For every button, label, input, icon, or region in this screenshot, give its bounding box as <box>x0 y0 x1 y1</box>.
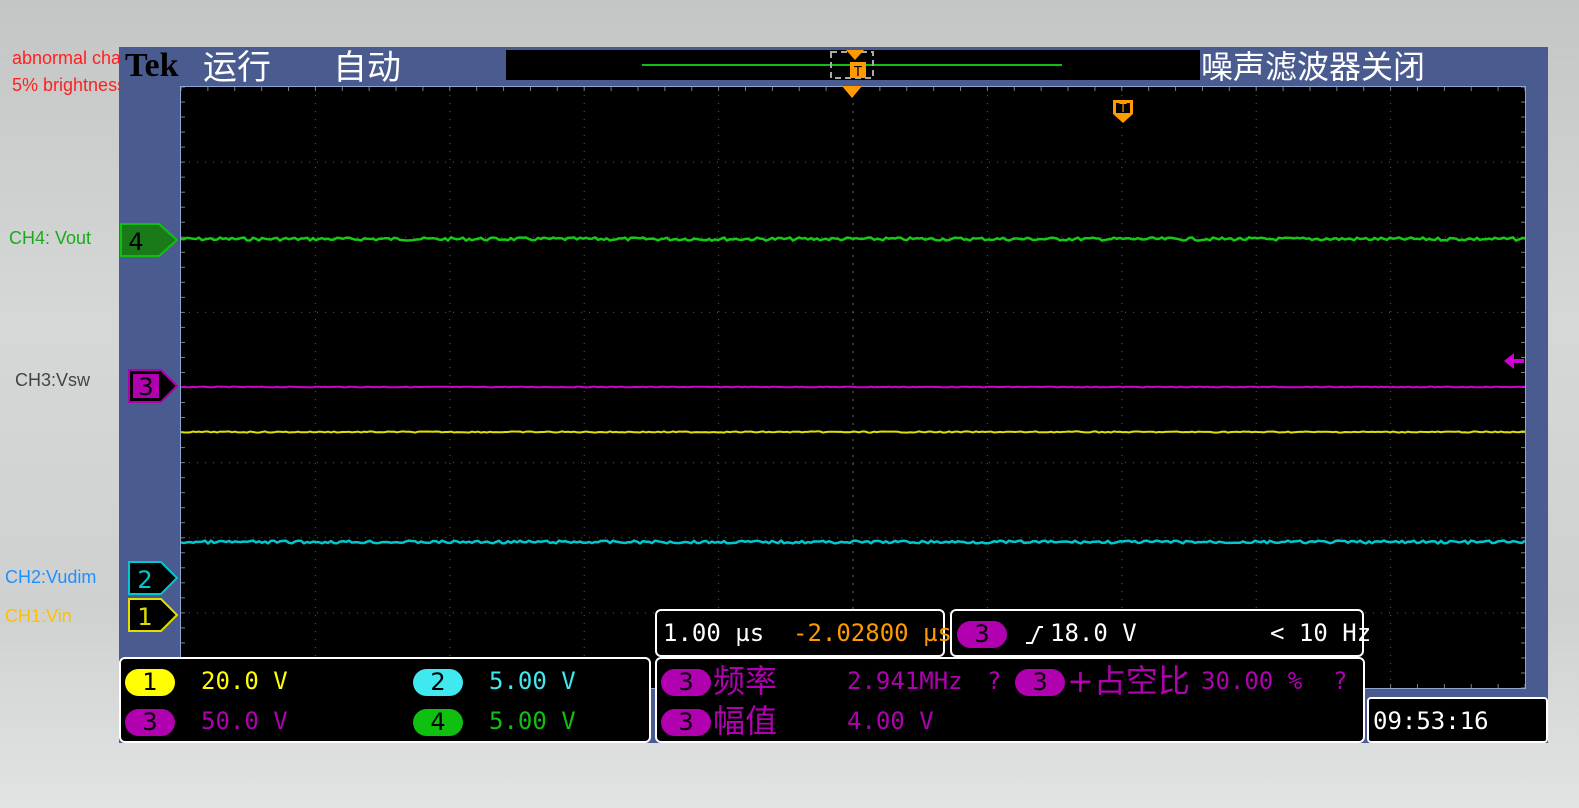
abnormal-note-line2: 5% brightness <box>12 75 127 95</box>
meas1-value: 2.941MHz <box>847 667 963 695</box>
timebase-scale: 1.00 µs <box>663 619 765 647</box>
meas2-value: 30.00 % <box>1201 667 1303 695</box>
ch2-annotation: CH2:Vudim <box>5 567 97 587</box>
ch3-scale-badge[interactable]: 3 <box>125 709 175 736</box>
ch1-marker[interactable]: 1 <box>127 597 179 638</box>
ch4-marker[interactable]: 4 <box>119 222 179 263</box>
ch1-scale-badge[interactable]: 1 <box>125 669 175 696</box>
trigger-position-icon <box>846 50 864 60</box>
ch4-marker-label: 4 <box>128 228 143 256</box>
meas1-label: 频率 <box>713 662 778 700</box>
ch3-marker-label: 3 <box>138 373 153 401</box>
ch3-annotation: CH3:Vsw <box>15 370 91 390</box>
meas3-label: 幅值 <box>713 702 778 740</box>
meas2-source[interactable]: 3 <box>1015 669 1065 696</box>
ch1-marker-icon: 1 <box>128 598 179 632</box>
record-overview-svg: T <box>642 50 1062 80</box>
trigger-level-arrow-icon <box>1504 353 1524 369</box>
tek-logo: Tek <box>125 47 179 84</box>
ch1-marker-label: 1 <box>137 603 152 631</box>
ch3-marker-icon: 3 <box>128 369 179 403</box>
ch3-marker[interactable]: 3 <box>127 368 179 409</box>
ch4-scale-badge[interactable]: 4 <box>413 709 463 736</box>
ch2-scale-badge[interactable]: 2 <box>413 669 463 696</box>
rising-edge-icon <box>1026 626 1043 644</box>
ch2-scale: 5.00 V <box>489 667 576 695</box>
ch2-marker-icon: 2 <box>128 561 179 595</box>
ch3-trace <box>181 385 1525 389</box>
channel-scale-box: 1 20.0 V 2 5.00 V 3 50.0 V 4 5.00 V <box>119 657 651 743</box>
trigger-source: 3 <box>957 621 1007 648</box>
ch2-trace <box>181 538 1525 546</box>
ch4-trace <box>181 235 1525 243</box>
clock-time: 09:53:16 <box>1373 707 1489 735</box>
svg-text:T: T <box>853 65 862 80</box>
ch4-scale: 5.00 V <box>489 707 576 735</box>
trigger-mode[interactable]: 自动 <box>333 51 401 85</box>
trigger-level: 18.0 V <box>1050 619 1137 647</box>
ch3-scale: 50.0 V <box>201 707 288 735</box>
graticule-grid <box>181 87 1525 688</box>
clock-box: 09:53:16 <box>1367 697 1548 743</box>
svg-text:T: T <box>1118 101 1127 115</box>
waveform-graticule[interactable] <box>180 86 1526 689</box>
meas1-source[interactable]: 3 <box>661 669 711 696</box>
ch2-marker-label: 2 <box>137 566 152 594</box>
measurements-box: 3 频率 2.941MHz ? 3 +占空比 30.00 % ? 3 幅值 4.… <box>655 657 1365 743</box>
meas2-flag: ? <box>1333 667 1348 695</box>
trigger-time-marker-icon <box>842 86 862 98</box>
meas1-flag: ? <box>987 667 1002 695</box>
timebase-position: -2.02800 µs <box>793 619 952 647</box>
ch1-scale: 20.0 V <box>201 667 288 695</box>
meas3-source[interactable]: 3 <box>661 709 711 736</box>
timebase-box[interactable]: 1.00 µs -2.02800 µs <box>655 609 952 657</box>
trigger-box[interactable]: 3 18.0 V < 10 Hz <box>950 609 1371 657</box>
ch4-marker-icon: 4 <box>120 223 179 257</box>
ch1-annotation: CH1:Vin <box>5 606 72 626</box>
trigger-point-icon: T <box>1113 100 1133 123</box>
record-overview-bar[interactable]: T <box>506 50 1200 80</box>
meas3-value: 4.00 V <box>847 707 934 735</box>
meas2-label: +占空比 <box>1067 662 1190 700</box>
noise-filter-status[interactable]: 噪声滤波器关闭 <box>1201 51 1425 83</box>
trigger-frequency: < 10 Hz <box>1270 619 1372 647</box>
ch4-annotation: CH4: Vout <box>9 228 92 248</box>
ch1-trace <box>181 430 1525 434</box>
run-state[interactable]: 运行 <box>203 51 271 85</box>
ch2-marker[interactable]: 2 <box>127 560 179 601</box>
